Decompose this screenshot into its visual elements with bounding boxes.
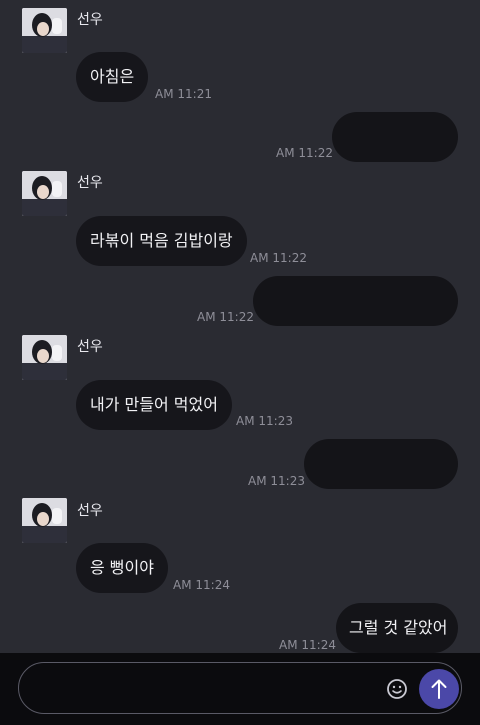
composer xyxy=(18,662,462,714)
avatar[interactable] xyxy=(22,498,67,543)
avatar[interactable] xyxy=(22,171,67,216)
sender-name: 선우 xyxy=(77,339,103,355)
emoji-button[interactable] xyxy=(385,677,409,701)
message-timestamp: AM 11:23 xyxy=(236,414,293,428)
sender-name: 선우 xyxy=(77,503,103,519)
message-bubble[interactable]: 라볶이 먹음 김밥이랑 xyxy=(76,216,247,266)
message-timestamp: AM 11:22 xyxy=(276,146,333,160)
send-button[interactable] xyxy=(419,669,459,709)
chat-message-list[interactable]: 선우 아침은 AM 11:21 AM 11:22 선우 라볶이 먹음 김밥이랑 … xyxy=(0,0,480,653)
composer-bar xyxy=(0,653,480,725)
message-timestamp: AM 11:22 xyxy=(197,310,254,324)
message-input[interactable] xyxy=(35,673,379,705)
message-timestamp: AM 11:24 xyxy=(173,578,230,592)
avatar[interactable] xyxy=(22,335,67,380)
message-timestamp: AM 11:21 xyxy=(155,87,212,101)
message-bubble-redacted[interactable] xyxy=(253,276,458,326)
message-bubble[interactable]: 응 뻥이야 xyxy=(76,543,168,593)
message-timestamp: AM 11:24 xyxy=(279,638,336,652)
arrow-up-icon xyxy=(431,679,447,699)
smiley-face-icon xyxy=(387,679,407,699)
message-bubble-redacted[interactable] xyxy=(332,112,458,162)
sender-name: 선우 xyxy=(77,175,103,191)
message-bubble[interactable]: 내가 만들어 먹었어 xyxy=(76,380,232,430)
message-bubble[interactable]: 아침은 xyxy=(76,52,149,102)
avatar[interactable] xyxy=(22,8,67,53)
message-timestamp: AM 11:23 xyxy=(248,474,305,488)
message-timestamp: AM 11:22 xyxy=(250,251,307,265)
message-bubble[interactable]: 그럴 것 같았어 xyxy=(336,603,458,653)
sender-name: 선우 xyxy=(77,12,103,28)
message-bubble-redacted[interactable] xyxy=(304,439,458,489)
